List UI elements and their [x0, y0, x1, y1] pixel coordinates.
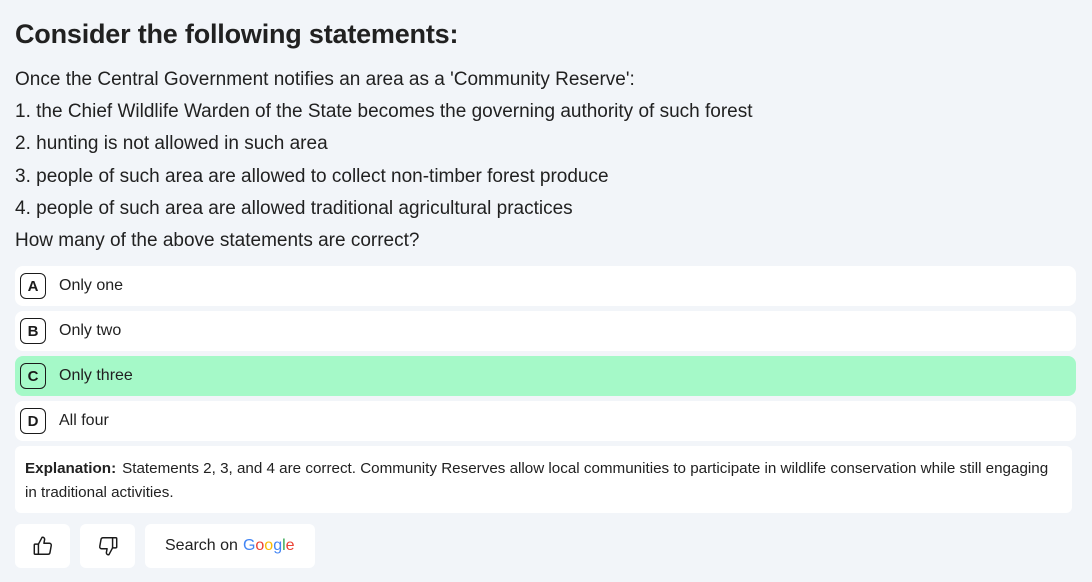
- option-text: Only one: [59, 277, 124, 294]
- option-letter-badge: C: [20, 363, 46, 389]
- option-text: Only two: [59, 322, 122, 339]
- like-button[interactable]: [15, 524, 70, 568]
- dislike-button[interactable]: [80, 524, 135, 568]
- option-letter-badge: B: [20, 318, 46, 344]
- statement-2: 2. hunting is not allowed in such area: [15, 133, 328, 155]
- question-intro: Once the Central Government notifies an …: [15, 69, 635, 90]
- quiz-page: Consider the following statements: Once …: [0, 0, 1092, 582]
- option-letter-badge: A: [20, 273, 46, 299]
- explanation-label: Explanation:: [25, 460, 117, 477]
- answer-options: A Only one B Only two C Only three D All…: [15, 266, 1076, 446]
- statement-1: 1. the Chief Wildlife Warden of the Stat…: [15, 101, 753, 123]
- option-d[interactable]: D All four: [15, 401, 1076, 441]
- option-b[interactable]: B Only two: [15, 311, 1076, 351]
- option-c[interactable]: C Only three: [15, 356, 1076, 396]
- explanation-box: Explanation: Statements 2, 3, and 4 are c…: [15, 446, 1072, 513]
- thumbs-down-icon: [98, 537, 117, 556]
- search-label: Search on: [165, 537, 238, 554]
- option-a[interactable]: A Only one: [15, 266, 1076, 306]
- google-wordmark: Google: [242, 537, 295, 554]
- option-letter-badge: D: [20, 408, 46, 434]
- action-bar: Search on Google: [15, 524, 315, 568]
- statement-4: 4. people of such area are allowed tradi…: [15, 197, 573, 219]
- explanation-text: Statements 2, 3, and 4 are correct. Comm…: [25, 460, 1049, 501]
- question-prompt: How many of the above statements are cor…: [15, 230, 420, 252]
- option-text: Only three: [59, 367, 133, 384]
- question-body: Once the Central Government notifies an …: [15, 64, 1076, 257]
- option-text: All four: [59, 412, 109, 429]
- question-title: Consider the following statements:: [15, 19, 459, 49]
- statement-3: 3. people of such area are allowed to co…: [15, 165, 609, 187]
- search-google-button[interactable]: Search on Google: [145, 524, 315, 568]
- thumbs-up-icon: [33, 536, 52, 555]
